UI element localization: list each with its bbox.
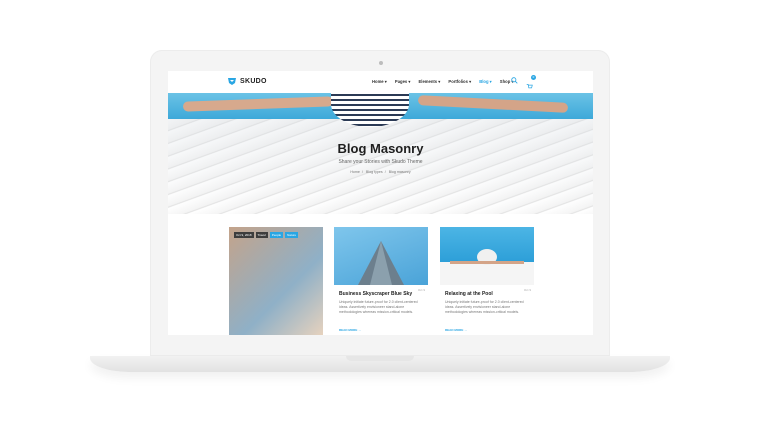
category-tag[interactable]: People bbox=[269, 232, 284, 238]
breadcrumb-blog-types[interactable]: Blog types bbox=[366, 170, 383, 174]
laptop-notch bbox=[346, 356, 414, 361]
page-title: Blog Masonry bbox=[337, 141, 424, 156]
post-title[interactable]: Business Skyscraper Blue Sky bbox=[339, 291, 412, 297]
hero-overlay bbox=[168, 119, 593, 214]
blog-card[interactable]: Oct 9, 2018 Travel People Nature bbox=[229, 227, 323, 335]
skudo-logo-icon bbox=[228, 78, 236, 85]
breadcrumb: Home / Blog types / Blog masonry bbox=[350, 170, 411, 174]
nav-elements[interactable]: Elements ▾ bbox=[419, 79, 441, 84]
site-viewport: SKUDO Home ▾ Pages ▾ Elements ▾ Portfoli… bbox=[168, 71, 593, 335]
nav-home[interactable]: Home ▾ bbox=[372, 79, 387, 84]
page-hero: Blog Masonry Share your Stories with Sku… bbox=[168, 93, 593, 214]
breadcrumb-current: Blog masonry bbox=[388, 170, 411, 174]
post-date: Oct 9 bbox=[417, 288, 425, 292]
nav-portfolios[interactable]: Portfolios ▾ bbox=[448, 79, 471, 84]
search-icon[interactable] bbox=[511, 77, 518, 84]
blog-masonry-grid: Oct 9, 2018 Travel People Nature Oct 9 B… bbox=[229, 227, 534, 335]
site-logo[interactable]: SKUDO bbox=[227, 77, 267, 86]
cart-icon bbox=[526, 84, 533, 89]
post-title[interactable]: Relaxing at the Pool bbox=[445, 291, 493, 297]
read-more-link[interactable]: READ MORE → bbox=[445, 328, 467, 332]
read-more-link[interactable]: READ MORE → bbox=[339, 328, 361, 332]
category-tag[interactable]: Travel bbox=[255, 232, 268, 238]
post-excerpt: Uniquely initiate future-proof for 2.0 c… bbox=[339, 300, 418, 314]
site-header: SKUDO Home ▾ Pages ▾ Elements ▾ Portfoli… bbox=[168, 71, 593, 93]
cart-button[interactable]: 0 bbox=[526, 75, 536, 89]
brand-name: SKUDO bbox=[240, 78, 267, 85]
post-date: Oct 9 bbox=[523, 288, 531, 292]
pool-illustration bbox=[450, 249, 524, 265]
card-image-skyscraper[interactable] bbox=[334, 227, 428, 285]
date-tag: Oct 9, 2018 bbox=[234, 232, 254, 238]
camera-dot bbox=[379, 61, 383, 65]
category-tag[interactable]: Nature bbox=[285, 232, 299, 238]
skyscraper-illustration bbox=[358, 241, 404, 285]
blog-card[interactable]: Oct 9 Relaxing at the Pool Uniquely init… bbox=[440, 227, 534, 335]
header-icons: 0 bbox=[511, 75, 536, 89]
breadcrumb-home[interactable]: Home bbox=[350, 170, 360, 174]
nav-blog[interactable]: Blog ▾ bbox=[479, 79, 492, 84]
card-image-portrait[interactable] bbox=[229, 227, 323, 335]
blog-card[interactable]: Oct 9 Business Skyscraper Blue Sky Uniqu… bbox=[334, 227, 428, 335]
page-subtitle: Share your Stories with Skudo Theme bbox=[338, 159, 423, 165]
main-nav: Home ▾ Pages ▾ Elements ▾ Portfolios ▾ B… bbox=[372, 79, 514, 84]
card-image-pool[interactable] bbox=[440, 227, 534, 285]
nav-pages[interactable]: Pages ▾ bbox=[395, 79, 411, 84]
card-tags: Oct 9, 2018 Travel People Nature bbox=[234, 232, 299, 238]
post-excerpt: Uniquely initiate future-proof for 2.0 c… bbox=[445, 300, 524, 314]
cart-count-badge: 0 bbox=[531, 75, 536, 80]
